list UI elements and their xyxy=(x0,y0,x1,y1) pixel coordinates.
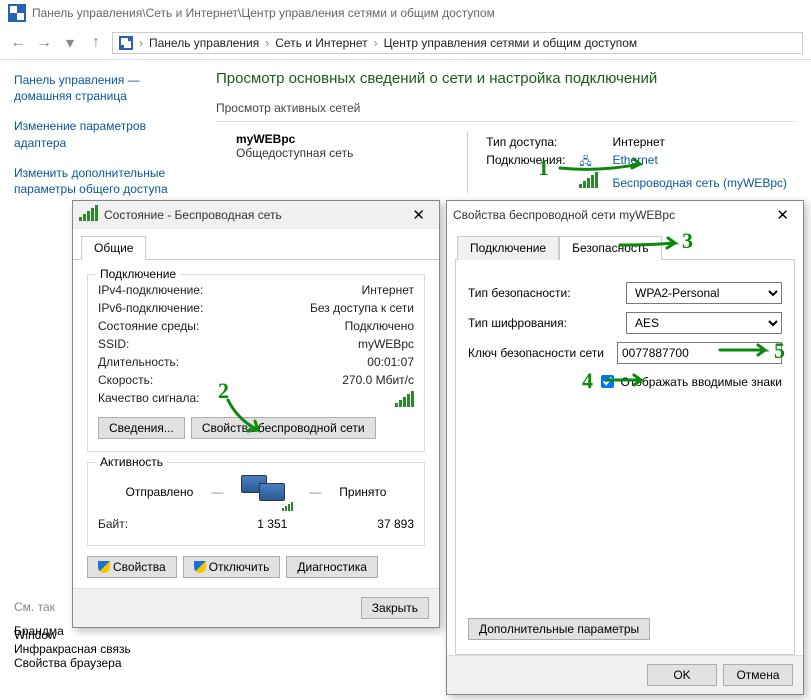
sidebar-adapter[interactable]: Изменение параметров адаптера xyxy=(14,118,186,150)
duration-value: 00:01:07 xyxy=(367,355,414,369)
bytes-label: Байт: xyxy=(98,517,128,531)
sidebar-sharing[interactable]: Изменить дополнительные параметры общего… xyxy=(14,165,186,197)
signal-bars-icon xyxy=(395,391,414,407)
network-name-block: myWEBpc Общедоступная сеть xyxy=(216,132,353,193)
props-dialog-title: Свойства беспроводной сети myWEBpc xyxy=(453,208,675,222)
diagnostics-button[interactable]: Диагностика xyxy=(286,556,378,578)
ok-button[interactable]: OK xyxy=(647,664,717,686)
received-label: Принято xyxy=(339,485,386,499)
address-text: Панель управления\Сеть и Интернет\Центр … xyxy=(32,6,495,20)
page-title: Просмотр основных сведений о сети и наст… xyxy=(216,70,795,87)
chevron-right-icon: › xyxy=(374,36,378,50)
close-icon[interactable]: ✕ xyxy=(768,206,797,224)
ethernet-icon: 🖧 xyxy=(579,156,591,168)
crumb-1[interactable]: Панель управления xyxy=(149,36,259,50)
properties-button[interactable]: Свойства xyxy=(87,556,177,578)
group-activity: Активность xyxy=(96,455,167,469)
up-icon[interactable]: ↑ xyxy=(86,34,106,52)
tab-general[interactable]: Общие xyxy=(81,236,146,260)
crumb-3[interactable]: Центр управления сетями и общим доступом xyxy=(384,36,638,50)
ipv6-value: Без доступа к сети xyxy=(310,301,414,315)
key-label: Ключ безопасности сети xyxy=(468,346,609,360)
active-networks-label: Просмотр активных сетей xyxy=(216,101,795,115)
crumb-2[interactable]: Сеть и Интернет xyxy=(275,36,367,50)
ssid-value: myWEBpc xyxy=(358,337,414,351)
dropdown-history-icon[interactable]: ▾ xyxy=(60,33,80,53)
content: Просмотр основных сведений о сети и наст… xyxy=(200,60,811,223)
show-chars-checkbox[interactable] xyxy=(601,375,614,388)
browser-props-link[interactable]: Свойства браузера xyxy=(14,656,194,670)
disable-button[interactable]: Отключить xyxy=(183,556,281,578)
sectype-label: Тип безопасности: xyxy=(468,286,618,300)
wifi-icon xyxy=(579,176,598,188)
network-type: Общедоступная сеть xyxy=(236,146,353,160)
activity-icon xyxy=(241,475,291,509)
enc-label: Тип шифрования: xyxy=(468,316,618,330)
status-dialog: Состояние - Беспроводная сеть ✕ Общие По… xyxy=(72,200,440,628)
speed-value: 270.0 Мбит/с xyxy=(342,373,414,387)
ethernet-link[interactable]: Ethernet xyxy=(612,153,657,167)
connections-label: Подключения: xyxy=(480,152,571,173)
signal-label: Качество сигнала: xyxy=(98,391,199,407)
breadcrumb[interactable]: › Панель управления › Сеть и Интернет › … xyxy=(112,32,803,54)
ipv4-label: IPv4-подключение: xyxy=(98,283,203,297)
additional-params-button[interactable]: Дополнительные параметры xyxy=(468,618,650,640)
chevron-right-icon: › xyxy=(139,36,143,50)
wireless-props-button[interactable]: Свойства беспроводной сети xyxy=(191,417,376,439)
network-details: Тип доступа: Интернет Подключения: 🖧 Eth… xyxy=(467,132,795,193)
access-value: Интернет xyxy=(606,134,793,150)
windows-link[interactable]: Window xyxy=(14,628,194,642)
sidebar-home[interactable]: Панель управления — домашняя страница xyxy=(14,72,186,104)
infrared-link[interactable]: Инфракрасная связь xyxy=(14,642,194,656)
close-button[interactable]: Закрыть xyxy=(361,597,429,619)
tab-security[interactable]: Безопасность xyxy=(559,236,662,260)
security-type-select[interactable]: WPA2-Personal xyxy=(626,282,782,304)
control-panel-icon xyxy=(119,36,133,50)
network-name: myWEBpc xyxy=(236,132,353,146)
chevron-right-icon: › xyxy=(265,36,269,50)
titlebar: Панель управления\Сеть и Интернет\Центр … xyxy=(0,0,811,26)
medium-label: Состояние среды: xyxy=(98,319,199,333)
status-dialog-title: Состояние - Беспроводная сеть xyxy=(104,208,282,222)
sent-label: Отправлено xyxy=(126,485,194,499)
ipv4-value: Интернет xyxy=(362,283,414,297)
wifi-icon xyxy=(79,209,98,221)
duration-label: Длительность: xyxy=(98,355,179,369)
wireless-link[interactable]: Беспроводная сеть (myWEBpc) xyxy=(612,176,787,190)
bytes-sent: 1 351 xyxy=(257,517,287,531)
close-icon[interactable]: ✕ xyxy=(404,206,433,224)
group-connection: Подключение xyxy=(96,267,180,281)
wireless-props-dialog: Свойства беспроводной сети myWEBpc ✕ Под… xyxy=(446,200,804,695)
nav-row: ← → ▾ ↑ › Панель управления › Сеть и Инт… xyxy=(0,26,811,60)
shield-icon xyxy=(98,561,110,573)
security-key-input[interactable] xyxy=(617,342,782,364)
cancel-button[interactable]: Отмена xyxy=(723,664,793,686)
forward-icon[interactable]: → xyxy=(34,34,54,52)
shield-icon xyxy=(194,561,206,573)
show-chars-label: Отображать вводимые знаки xyxy=(621,375,782,389)
access-label: Тип доступа: xyxy=(480,134,571,150)
medium-value: Подключено xyxy=(345,319,414,333)
ssid-label: SSID: xyxy=(98,337,129,351)
ipv6-label: IPv6-подключение: xyxy=(98,301,203,315)
back-icon[interactable]: ← xyxy=(8,34,28,52)
control-panel-icon xyxy=(8,4,26,22)
speed-label: Скорость: xyxy=(98,373,153,387)
encryption-select[interactable]: AES xyxy=(626,312,782,334)
details-button[interactable]: Сведения... xyxy=(98,417,185,439)
sidebar: Панель управления — домашняя страница Из… xyxy=(0,60,200,223)
tab-connection[interactable]: Подключение xyxy=(457,236,559,260)
bytes-received: 37 893 xyxy=(377,517,414,531)
